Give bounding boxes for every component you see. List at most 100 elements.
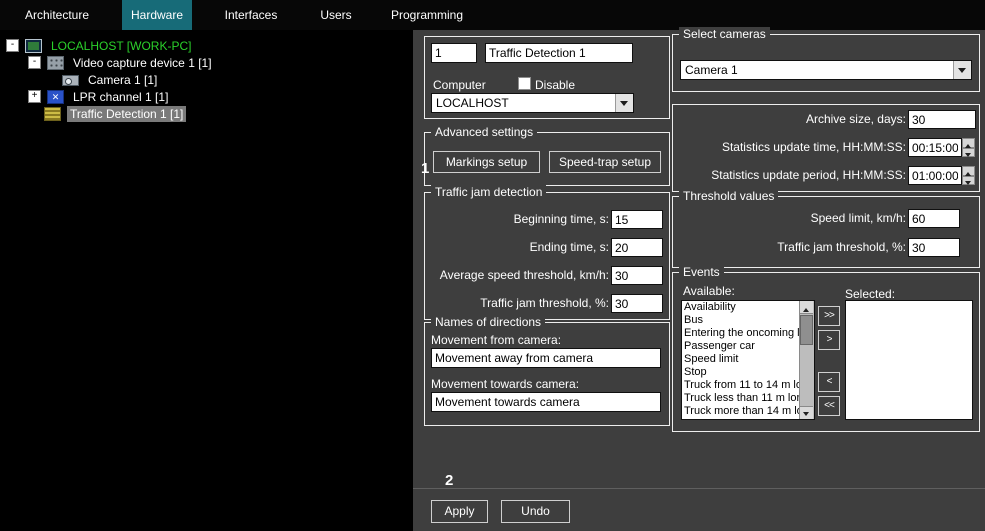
- ending-time-label: Ending time, s:: [429, 238, 609, 257]
- expand-expander-icon[interactable]: +: [28, 90, 41, 103]
- average-speed-threshold-field[interactable]: [611, 266, 663, 285]
- camera-select-value: Camera 1: [685, 62, 738, 78]
- beginning-time-field[interactable]: [611, 210, 663, 229]
- directions-title: Names of directions: [431, 315, 545, 330]
- tab-hardware[interactable]: Hardware: [122, 0, 192, 30]
- add-all-button[interactable]: >>: [818, 306, 840, 326]
- list-item[interactable]: Truck less than 11 m lor: [682, 392, 800, 405]
- undo-button[interactable]: Undo: [501, 500, 570, 523]
- statistics-time-spinner[interactable]: [962, 138, 975, 157]
- statistics-update-time-field[interactable]: [908, 138, 962, 157]
- select-cameras-group: Select cameras Camera 1: [672, 34, 980, 92]
- list-item[interactable]: Truck more than 14 m lo: [682, 405, 800, 418]
- lpr-channel-icon: [47, 90, 64, 104]
- hardware-tree: - LOCALHOST [WORK-PC] - Video capture de…: [0, 30, 413, 531]
- speed-limit-label: Speed limit, km/h:: [677, 209, 906, 228]
- tab-architecture[interactable]: Architecture: [14, 0, 100, 30]
- movement-from-camera-label: Movement from camera:: [431, 333, 561, 347]
- tree-item-localhost[interactable]: - LOCALHOST [WORK-PC]: [0, 37, 413, 54]
- tab-programming[interactable]: Programming: [378, 0, 476, 30]
- archive-size-label: Archive size, days:: [677, 110, 906, 129]
- object-id-field[interactable]: [431, 43, 477, 63]
- add-button[interactable]: >: [818, 330, 840, 350]
- available-events-list[interactable]: Availability Bus Entering the oncoming l…: [681, 300, 815, 420]
- arrow-down-icon[interactable]: [962, 176, 975, 186]
- selected-events-list[interactable]: [845, 300, 973, 420]
- statistics-update-time-label: Statistics update time, HH:MM:SS:: [677, 138, 906, 157]
- threshold-traffic-jam-label: Traffic jam threshold, %:: [677, 238, 906, 257]
- tree-item-label: LPR channel 1 [1]: [70, 89, 171, 105]
- list-item[interactable]: Passenger car: [682, 340, 800, 353]
- events-group: Events Available: Selected: Availability…: [672, 272, 980, 432]
- available-list-scrollbar[interactable]: [799, 301, 814, 419]
- tab-interfaces[interactable]: Interfaces: [206, 0, 296, 30]
- list-item[interactable]: Speed limit: [682, 353, 800, 366]
- chevron-down-icon[interactable]: [953, 61, 971, 79]
- list-item[interactable]: Truck from 11 to 14 m lo: [682, 379, 800, 392]
- arrow-up-icon[interactable]: [962, 138, 975, 148]
- object-name-field[interactable]: [485, 43, 633, 63]
- available-label: Available:: [683, 284, 735, 298]
- threshold-values-title: Threshold values: [679, 189, 778, 204]
- arrow-down-icon[interactable]: [962, 148, 975, 158]
- statistics-period-spinner[interactable]: [962, 166, 975, 185]
- movement-from-camera-field[interactable]: [431, 348, 661, 368]
- traffic-jam-title: Traffic jam detection: [431, 185, 546, 200]
- tree-item-video-capture-device[interactable]: - Video capture device 1 [1]: [0, 54, 413, 71]
- tree-item-lpr-channel[interactable]: + LPR channel 1 [1]: [0, 88, 413, 105]
- chevron-down-icon[interactable]: [615, 94, 633, 112]
- tree-item-label-selected: Traffic Detection 1 [1]: [67, 106, 186, 122]
- camera-icon: [62, 75, 79, 86]
- identity-group: Computer Disable LOCALHOST: [424, 36, 670, 119]
- statistics-update-period-field[interactable]: [908, 166, 962, 185]
- list-item[interactable]: Bus: [682, 314, 800, 327]
- markings-setup-button[interactable]: Markings setup: [433, 151, 540, 173]
- list-item[interactable]: Availability: [682, 301, 800, 314]
- disable-label: Disable: [535, 78, 575, 92]
- list-item[interactable]: Entering the oncoming la: [682, 327, 800, 340]
- select-cameras-title: Select cameras: [679, 27, 770, 42]
- collapse-expander-icon[interactable]: -: [6, 39, 19, 52]
- computer-select[interactable]: LOCALHOST: [431, 93, 634, 113]
- movement-towards-camera-label: Movement towards camera:: [431, 377, 579, 391]
- tree-item-label: LOCALHOST [WORK-PC]: [48, 38, 194, 54]
- threshold-values-group: Threshold values Speed limit, km/h: Traf…: [672, 196, 980, 268]
- list-item[interactable]: Stop: [682, 366, 800, 379]
- speed-trap-setup-button[interactable]: Speed-trap setup: [549, 151, 661, 173]
- movement-towards-camera-field[interactable]: [431, 392, 661, 412]
- tree-item-label: Camera 1 [1]: [85, 72, 160, 88]
- capture-board-icon: [47, 56, 64, 70]
- advanced-settings-group: Advanced settings Markings setup Speed-t…: [424, 132, 670, 186]
- arrow-up-icon[interactable]: [962, 166, 975, 176]
- collapse-expander-icon[interactable]: -: [28, 56, 41, 69]
- archive-group: Archive size, days: Statistics update ti…: [672, 104, 980, 192]
- directions-group: Names of directions Movement from camera…: [424, 322, 670, 426]
- remove-button[interactable]: <: [818, 372, 840, 392]
- footer-divider: [413, 488, 985, 489]
- computer-select-value: LOCALHOST: [436, 95, 509, 111]
- tree-item-label: Video capture device 1 [1]: [70, 55, 215, 71]
- tab-users[interactable]: Users: [306, 0, 366, 30]
- computer-label: Computer: [433, 78, 486, 92]
- archive-size-field[interactable]: [908, 110, 976, 129]
- traffic-detection-icon: [44, 107, 61, 121]
- annotation-step-1: 1: [421, 160, 429, 177]
- traffic-jam-group: Traffic jam detection Beginning time, s:…: [424, 192, 670, 320]
- ending-time-field[interactable]: [611, 238, 663, 257]
- threshold-traffic-jam-field[interactable]: [908, 238, 960, 257]
- tree-item-camera[interactable]: Camera 1 [1]: [0, 71, 413, 88]
- speed-limit-field[interactable]: [908, 209, 960, 228]
- traffic-jam-threshold-label: Traffic jam threshold, %:: [429, 294, 609, 313]
- advanced-settings-title: Advanced settings: [431, 125, 537, 140]
- scroll-thumb[interactable]: [800, 315, 813, 345]
- remove-all-button[interactable]: <<: [818, 396, 840, 416]
- tree-item-traffic-detection[interactable]: Traffic Detection 1 [1]: [0, 105, 413, 122]
- selected-label: Selected:: [845, 287, 895, 301]
- disable-checkbox[interactable]: [518, 77, 531, 90]
- apply-button[interactable]: Apply: [431, 500, 488, 523]
- camera-select[interactable]: Camera 1: [680, 60, 972, 80]
- traffic-jam-threshold-field[interactable]: [611, 294, 663, 313]
- scroll-up-icon[interactable]: [800, 301, 813, 314]
- annotation-step-2: 2: [445, 472, 453, 489]
- scroll-down-icon[interactable]: [800, 406, 813, 419]
